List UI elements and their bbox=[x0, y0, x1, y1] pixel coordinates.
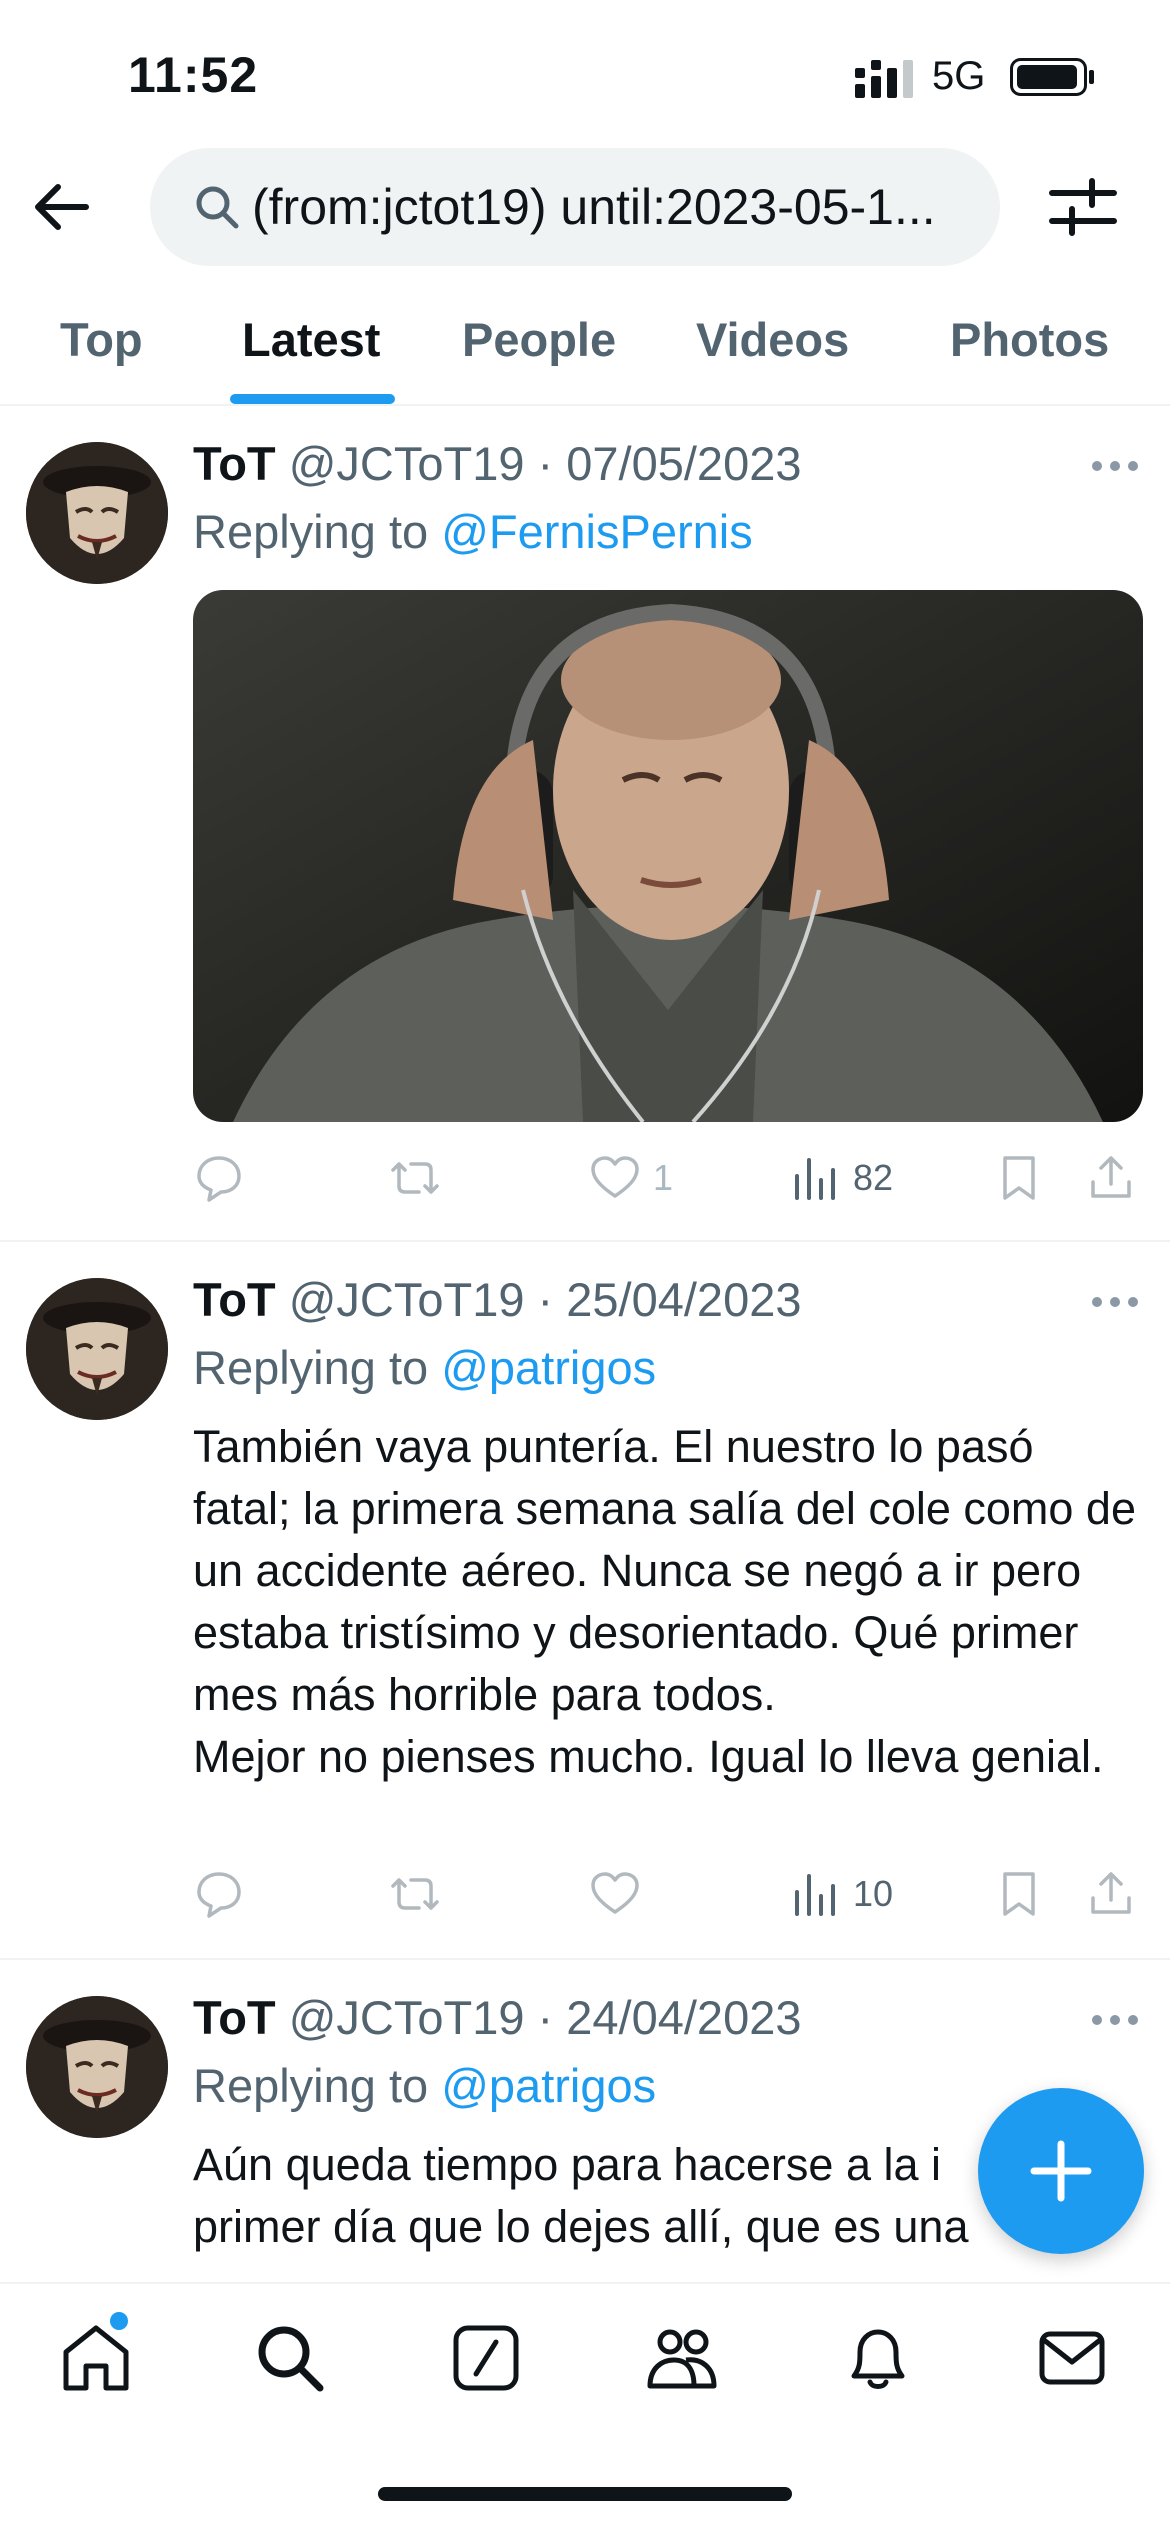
share-icon bbox=[1091, 1156, 1131, 1198]
search-tabs: Top Latest People Videos Photos bbox=[0, 300, 1170, 406]
compose-icon bbox=[453, 2325, 519, 2391]
notifications-icon bbox=[851, 2329, 905, 2389]
like-button[interactable] bbox=[589, 1864, 641, 1924]
bookmark-icon bbox=[1003, 1156, 1035, 1200]
tab-top[interactable]: Top bbox=[60, 312, 143, 367]
active-tab-indicator bbox=[230, 394, 395, 404]
views-button[interactable]: 10 bbox=[789, 1864, 893, 1924]
status-time: 11:52 bbox=[128, 47, 259, 103]
avatar[interactable] bbox=[26, 1278, 168, 1420]
search-box[interactable]: (from:jctot19) until:2023-05-1... bbox=[150, 148, 1000, 266]
reply-button[interactable] bbox=[193, 1864, 245, 1924]
replying-to-mention[interactable]: @FernisPernis bbox=[441, 505, 753, 558]
replying-to-label: Replying to bbox=[193, 1341, 442, 1394]
share-icon bbox=[1091, 1872, 1131, 1914]
bookmark-button[interactable] bbox=[993, 1148, 1045, 1208]
views-icon bbox=[795, 1874, 835, 1916]
like-count: 1 bbox=[653, 1157, 674, 1198]
search-icon bbox=[196, 186, 239, 229]
avatar[interactable] bbox=[26, 442, 168, 584]
battery-icon bbox=[1010, 58, 1094, 96]
heart-icon bbox=[591, 1156, 639, 1198]
home-notification-dot bbox=[110, 2312, 128, 2330]
plus-icon bbox=[1030, 2140, 1092, 2202]
view-count: 82 bbox=[853, 1157, 894, 1198]
more-options-icon[interactable] bbox=[1090, 2010, 1140, 2030]
tab-latest[interactable]: Latest bbox=[242, 312, 380, 367]
author-name[interactable]: ToT bbox=[193, 1273, 276, 1326]
nav-compose[interactable] bbox=[448, 2320, 524, 2396]
search-filters-button[interactable] bbox=[1048, 175, 1118, 239]
author-name[interactable]: ToT bbox=[193, 437, 276, 490]
search-query: (from:jctot19) until:2023-05-1... bbox=[252, 179, 936, 235]
tweet-actions: 1 82 bbox=[193, 1148, 1143, 1208]
reply-button[interactable] bbox=[193, 1148, 245, 1208]
tweet-date: · 25/04/2023 bbox=[537, 1273, 802, 1326]
author-handle[interactable]: @JCToT19 bbox=[289, 1273, 525, 1326]
retweet-button[interactable] bbox=[389, 1148, 441, 1208]
replying-to-mention[interactable]: @patrigos bbox=[441, 2059, 656, 2112]
nav-communities[interactable] bbox=[644, 2320, 720, 2396]
views-button[interactable]: 82 bbox=[789, 1148, 893, 1208]
more-options-icon[interactable] bbox=[1090, 1292, 1140, 1312]
tab-photos[interactable]: Photos bbox=[950, 312, 1109, 367]
mask-avatar-image bbox=[26, 1996, 168, 2138]
signal-icon bbox=[855, 60, 913, 98]
tweet-text: También vaya puntería. El nuestro lo pas… bbox=[193, 1421, 1136, 1782]
tweet[interactable]: ToT @JCToT19 · 07/05/2023 Replying to @F… bbox=[0, 406, 1170, 1242]
reply-icon bbox=[197, 1156, 241, 1202]
nav-messages[interactable] bbox=[1034, 2320, 1110, 2396]
like-button[interactable]: 1 bbox=[589, 1148, 673, 1208]
retweet-icon bbox=[391, 1878, 439, 1910]
nav-notifications[interactable] bbox=[840, 2320, 916, 2396]
tweet-date: · 07/05/2023 bbox=[537, 437, 802, 490]
replying-to-label: Replying to bbox=[193, 505, 442, 558]
tab-people[interactable]: People bbox=[462, 312, 616, 367]
author-handle[interactable]: @JCToT19 bbox=[289, 437, 525, 490]
network-label: 5G bbox=[932, 54, 986, 98]
bookmark-button[interactable] bbox=[993, 1864, 1045, 1924]
compose-tweet-button[interactable] bbox=[978, 2088, 1144, 2254]
view-count: 10 bbox=[853, 1873, 894, 1914]
mask-avatar-image bbox=[26, 442, 168, 584]
tweet[interactable]: ToT @JCToT19 · 25/04/2023 Replying to @p… bbox=[0, 1242, 1170, 1960]
tweet-actions: 10 bbox=[193, 1864, 1143, 1924]
messages-icon bbox=[1039, 2331, 1105, 2385]
tweet-date: · 24/04/2023 bbox=[537, 1991, 802, 2044]
back-button[interactable] bbox=[30, 175, 94, 239]
more-options-icon[interactable] bbox=[1090, 456, 1140, 476]
tab-videos[interactable]: Videos bbox=[696, 312, 849, 367]
bookmark-icon bbox=[1003, 1872, 1035, 1916]
nav-home[interactable] bbox=[58, 2312, 134, 2396]
search-icon bbox=[258, 2326, 324, 2392]
nav-search[interactable] bbox=[252, 2320, 328, 2396]
retweet-icon bbox=[391, 1162, 439, 1194]
replying-to-label: Replying to bbox=[193, 2059, 442, 2112]
man-with-headphones-photo bbox=[193, 590, 1143, 1122]
share-button[interactable] bbox=[1085, 1864, 1137, 1924]
tweet-image[interactable] bbox=[193, 590, 1143, 1122]
status-bar: 11:52 5G bbox=[0, 0, 1170, 140]
home-icon bbox=[63, 2325, 129, 2391]
reply-icon bbox=[197, 1872, 241, 1918]
author-name[interactable]: ToT bbox=[193, 1991, 276, 2044]
retweet-button[interactable] bbox=[389, 1864, 441, 1924]
share-button[interactable] bbox=[1085, 1148, 1137, 1208]
views-icon bbox=[795, 1158, 835, 1200]
avatar[interactable] bbox=[26, 1996, 168, 2138]
heart-icon bbox=[591, 1872, 639, 1914]
home-indicator bbox=[378, 2487, 792, 2501]
communities-icon bbox=[647, 2329, 717, 2389]
author-handle[interactable]: @JCToT19 bbox=[289, 1991, 525, 2044]
mask-avatar-image bbox=[26, 1278, 168, 1420]
replying-to-mention[interactable]: @patrigos bbox=[441, 1341, 656, 1394]
